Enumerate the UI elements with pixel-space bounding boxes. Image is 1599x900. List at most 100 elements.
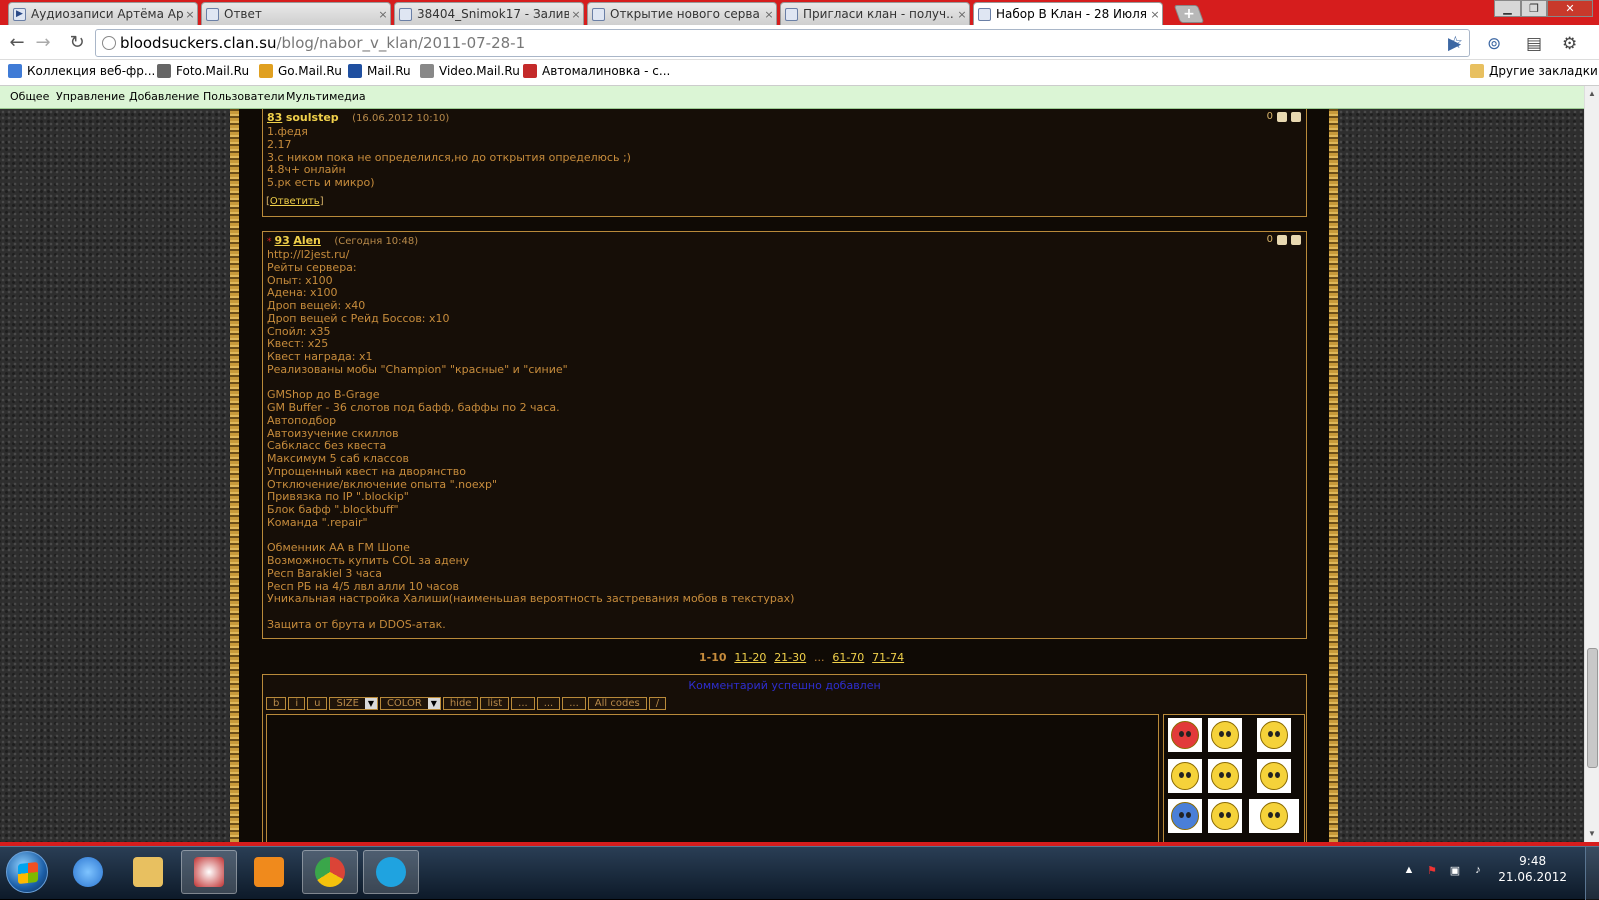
wrench-menu-icon[interactable]: ⚙	[1562, 34, 1577, 54]
close-tags-button[interactable]: /	[648, 697, 667, 710]
browser-tab[interactable]: ▶ Аудиозаписи Артёма Ар... ×	[8, 2, 198, 25]
tab-title: Аудиозаписи Артёма Ар...	[31, 7, 183, 21]
comment-author[interactable]: Alen	[293, 234, 321, 247]
tab-favicon-icon	[978, 7, 991, 21]
forward-button[interactable]: →	[33, 33, 53, 53]
smiley-laugh-icon[interactable]	[1257, 759, 1291, 793]
bookmark-label: Коллекция веб-фр...	[27, 64, 156, 78]
browser-tab[interactable]: 38404_Snimok17 - Залив... ×	[394, 2, 584, 25]
page-link[interactable]: 71-74	[872, 651, 904, 664]
italic-button[interactable]: i	[288, 697, 306, 710]
page-link[interactable]: 61-70	[832, 651, 864, 664]
bookmark-item[interactable]: Mail.Ru	[348, 64, 411, 78]
tab-close-icon[interactable]: ×	[762, 8, 776, 21]
smiley-sad-icon[interactable]	[1208, 718, 1242, 752]
smiley-cool-icon[interactable]	[1257, 718, 1291, 752]
underline-button[interactable]: u	[307, 697, 328, 710]
comment-text: 1.федя 2.17 3.с ником пока не определилс…	[267, 125, 631, 189]
smiley-cry-icon[interactable]	[1168, 759, 1202, 793]
reply-link[interactable]: [Ответить]	[266, 196, 324, 207]
page-link[interactable]: 21-30	[774, 651, 806, 664]
reload-button[interactable]: ↻	[67, 33, 87, 53]
bookmark-item[interactable]: Коллекция веб-фр...	[8, 64, 155, 78]
smiley-wink-icon[interactable]	[1208, 759, 1242, 793]
size-select[interactable]: SIZE ▼	[329, 697, 378, 710]
scroll-down-icon[interactable]: ▼	[1588, 829, 1596, 838]
tab-title: 38404_Snimok17 - Залив...	[417, 7, 569, 21]
taskbar-app-explorer[interactable]	[120, 850, 176, 894]
taskbar-app-chrome[interactable]	[302, 850, 358, 894]
network-icon[interactable]: ▣	[1448, 864, 1462, 878]
more-button[interactable]: ...	[562, 697, 586, 710]
close-window-button[interactable]: ✕	[1547, 0, 1593, 17]
smiley-face	[1171, 762, 1199, 790]
bold-button[interactable]: b	[266, 697, 287, 710]
tab-favicon-icon	[399, 7, 412, 21]
page-link[interactable]: 11-20	[734, 651, 766, 664]
page-scrollbar[interactable]: ▲ ▼	[1584, 86, 1599, 842]
admin-menu-item[interactable]: Общее	[10, 90, 49, 103]
skype-extension-icon[interactable]: ⊚	[1487, 34, 1501, 54]
address-bar[interactable]: bloodsuckers.clan.su/blog/nabor_v_klan/2…	[95, 29, 1470, 57]
comment: * 93 Alen (Сегодня 10:48) 0 http://l2jest…	[262, 231, 1307, 639]
show-desktop-button[interactable]	[1585, 847, 1599, 900]
comment-number[interactable]: 93	[275, 234, 290, 247]
tab-close-icon[interactable]: ×	[569, 8, 583, 21]
all-codes-button[interactable]: All codes	[587, 697, 647, 710]
page-menu-icon[interactable]: ▤	[1526, 34, 1542, 54]
internet-explorer-icon	[73, 857, 103, 887]
show-hidden-icons-icon[interactable]: ▲	[1402, 864, 1416, 878]
bookmark-item[interactable]: Автомалиновка - с...	[523, 64, 670, 78]
admin-menu-item[interactable]: Пользователи	[203, 90, 285, 103]
bookmark-item[interactable]: Foto.Mail.Ru	[157, 64, 249, 78]
bookmark-favicon-icon	[8, 64, 22, 78]
browser-tab[interactable]: Открытие нового серва ... ×	[587, 2, 777, 25]
color-select[interactable]: COLOR ▼	[379, 697, 441, 710]
thumbs-down-icon[interactable]	[1291, 111, 1301, 122]
play-icon[interactable]: ▶	[1448, 34, 1461, 54]
tab-close-icon[interactable]: ×	[376, 8, 390, 21]
scrollbar-thumb[interactable]	[1587, 648, 1598, 768]
smiley-angry-icon[interactable]	[1168, 718, 1202, 752]
tab-close-icon[interactable]: ×	[1148, 8, 1162, 21]
more-button[interactable]: ...	[536, 697, 561, 710]
volume-icon[interactable]: ♪	[1471, 864, 1485, 878]
comment-number[interactable]: 83	[267, 111, 282, 124]
smiley-grin-icon[interactable]	[1208, 799, 1242, 833]
admin-menu-item[interactable]: Добавление	[129, 90, 199, 103]
maximize-button[interactable]: ❐	[1521, 0, 1547, 17]
taskbar-app-paint[interactable]	[181, 850, 237, 894]
browser-tab-active[interactable]: Набор В Клан - 28 Июля... ×	[973, 2, 1163, 25]
back-button[interactable]: ←	[7, 33, 27, 53]
admin-menu-item[interactable]: Мультимедиа	[286, 90, 366, 103]
action-center-icon[interactable]: ⚑	[1425, 864, 1439, 878]
admin-menu-item[interactable]: Управление	[56, 90, 125, 103]
bookmark-item[interactable]: Go.Mail.Ru	[259, 64, 342, 78]
hide-button[interactable]: hide	[442, 697, 479, 710]
thumbs-down-icon[interactable]	[1291, 234, 1301, 245]
taskbar-app-media[interactable]	[241, 850, 297, 894]
tab-close-icon[interactable]: ×	[183, 8, 197, 21]
browser-tab[interactable]: Пригласи клан - получ... ×	[780, 2, 970, 25]
clock[interactable]: 9:48 21.06.2012	[1498, 853, 1567, 885]
smiley-cold-icon[interactable]	[1168, 799, 1202, 833]
bookmark-label: Video.Mail.Ru	[439, 64, 520, 78]
other-bookmarks[interactable]: Другие закладки	[1470, 64, 1598, 78]
new-tab-button[interactable]: +	[1173, 5, 1205, 23]
smiley-surprised-icon[interactable]	[1249, 799, 1299, 833]
message-textarea[interactable]	[266, 714, 1159, 842]
start-button[interactable]	[6, 851, 48, 893]
reply-label[interactable]: Ответить	[270, 196, 320, 207]
browser-tab[interactable]: Ответ ×	[201, 2, 391, 25]
list-button[interactable]: list	[480, 697, 510, 710]
tab-favicon-icon: ▶	[13, 7, 26, 21]
taskbar-app-skype[interactable]	[363, 850, 419, 894]
thumbs-up-icon[interactable]	[1277, 111, 1287, 122]
thumbs-up-icon[interactable]	[1277, 234, 1287, 245]
scroll-up-icon[interactable]: ▲	[1588, 89, 1596, 98]
more-button[interactable]: ...	[511, 697, 535, 710]
bookmark-item[interactable]: Video.Mail.Ru	[420, 64, 520, 78]
tab-close-icon[interactable]: ×	[955, 8, 969, 21]
minimize-button[interactable]: ▁	[1494, 0, 1521, 17]
taskbar-app-ie[interactable]	[60, 850, 116, 894]
